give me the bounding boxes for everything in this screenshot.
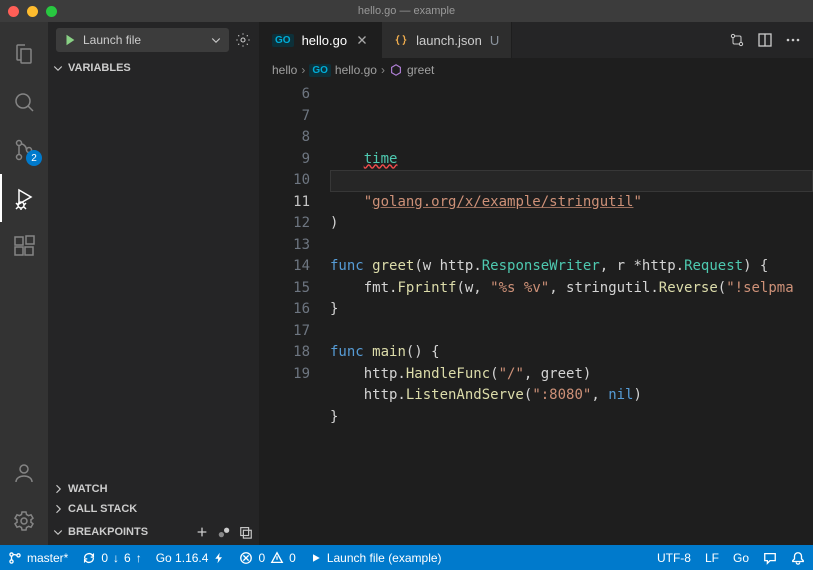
close-window-button[interactable] xyxy=(8,6,19,17)
tab-bar: GO hello.go launch.json U xyxy=(260,22,813,58)
compare-icon[interactable] xyxy=(729,32,745,48)
debug-icon xyxy=(310,552,322,564)
tab-launch-json[interactable]: launch.json U xyxy=(382,22,512,58)
bolt-icon xyxy=(213,552,225,564)
tab-hello-go[interactable]: GO hello.go xyxy=(260,22,382,58)
call-stack-section-header[interactable]: CALL STACK xyxy=(48,499,259,519)
error-icon xyxy=(239,551,253,565)
problems-status[interactable]: 0 0 xyxy=(239,551,295,565)
chevron-right-icon: › xyxy=(299,63,307,77)
language-mode-status[interactable]: Go xyxy=(733,551,749,565)
watch-section-header[interactable]: WATCH xyxy=(48,479,259,499)
debug-sidebar: Launch file VARIABLES WATCH CALL STACK xyxy=(48,22,260,545)
editor-area: GO hello.go launch.json U hello › xyxy=(260,22,813,545)
chevron-down-icon xyxy=(52,62,64,74)
code-editor[interactable]: 678910111213141516171819 time "golang.or… xyxy=(260,82,813,545)
code-content[interactable]: time "golang.org/x/example/stringutil") … xyxy=(330,82,813,545)
breadcrumb-symbol[interactable]: greet xyxy=(389,63,434,77)
source-control-badge: 2 xyxy=(26,150,42,166)
source-control-icon[interactable]: 2 xyxy=(0,126,48,174)
breakpoints-section-header[interactable]: BREAKPOINTS xyxy=(48,519,259,545)
breakpoints-label: BREAKPOINTS xyxy=(68,526,148,538)
account-icon[interactable] xyxy=(0,449,48,497)
minimize-window-button[interactable] xyxy=(27,6,38,17)
go-file-icon: GO xyxy=(309,64,331,77)
configure-launch-icon[interactable] xyxy=(235,32,251,48)
play-icon xyxy=(63,33,77,47)
tab-label: launch.json xyxy=(416,33,482,48)
toggle-breakpoints-icon[interactable] xyxy=(215,523,233,541)
run-debug-icon[interactable] xyxy=(0,174,48,222)
line-number-gutter: 678910111213141516171819 xyxy=(260,82,330,545)
json-file-icon xyxy=(394,33,408,47)
status-bar: master* 0↓ 6↑ Go 1.16.4 0 0 Launch file … xyxy=(0,545,813,570)
maximize-window-button[interactable] xyxy=(46,6,57,17)
notifications-icon[interactable] xyxy=(791,551,805,565)
chevron-down-icon xyxy=(52,526,64,538)
watch-label: WATCH xyxy=(68,483,108,495)
eol-status[interactable]: LF xyxy=(705,551,719,565)
title-bar: hello.go — example xyxy=(0,0,813,22)
variables-label: VARIABLES xyxy=(68,62,131,74)
go-file-icon: GO xyxy=(272,34,294,47)
breadcrumb[interactable]: hello › GO hello.go › greet xyxy=(260,58,813,82)
variables-section-header[interactable]: VARIABLES xyxy=(48,58,259,78)
feedback-icon[interactable] xyxy=(763,551,777,565)
branch-icon xyxy=(8,551,22,565)
explorer-icon[interactable] xyxy=(0,30,48,78)
activity-bar: 2 xyxy=(0,22,48,545)
tab-label: hello.go xyxy=(302,33,348,48)
window-title: hello.go — example xyxy=(358,5,455,17)
chevron-down-icon xyxy=(210,34,222,46)
chevron-right-icon xyxy=(52,503,64,515)
launch-config-status[interactable]: Launch file (example) xyxy=(310,551,442,565)
more-actions-icon[interactable] xyxy=(785,32,801,48)
git-branch-status[interactable]: master* xyxy=(8,551,68,565)
git-sync-status[interactable]: 0↓ 6↑ xyxy=(82,551,141,565)
launch-config-label: Launch file xyxy=(83,33,141,47)
search-icon[interactable] xyxy=(0,78,48,126)
chevron-right-icon: › xyxy=(379,63,387,77)
settings-gear-icon[interactable] xyxy=(0,497,48,545)
go-version-status[interactable]: Go 1.16.4 xyxy=(156,551,226,565)
symbol-method-icon xyxy=(389,63,403,77)
breadcrumb-file[interactable]: GO hello.go xyxy=(309,63,377,77)
extensions-icon[interactable] xyxy=(0,222,48,270)
remove-breakpoints-icon[interactable] xyxy=(237,523,255,541)
sync-icon xyxy=(82,551,96,565)
call-stack-label: CALL STACK xyxy=(68,503,137,515)
warning-icon xyxy=(270,551,284,565)
tab-git-status: U xyxy=(490,33,499,48)
add-breakpoint-icon[interactable] xyxy=(193,523,211,541)
chevron-right-icon xyxy=(52,483,64,495)
breadcrumb-folder[interactable]: hello xyxy=(272,63,297,77)
split-editor-icon[interactable] xyxy=(757,32,773,48)
encoding-status[interactable]: UTF-8 xyxy=(657,551,691,565)
close-tab-icon[interactable] xyxy=(355,33,369,47)
window-controls xyxy=(8,6,57,17)
launch-config-dropdown[interactable]: Launch file xyxy=(56,28,229,52)
